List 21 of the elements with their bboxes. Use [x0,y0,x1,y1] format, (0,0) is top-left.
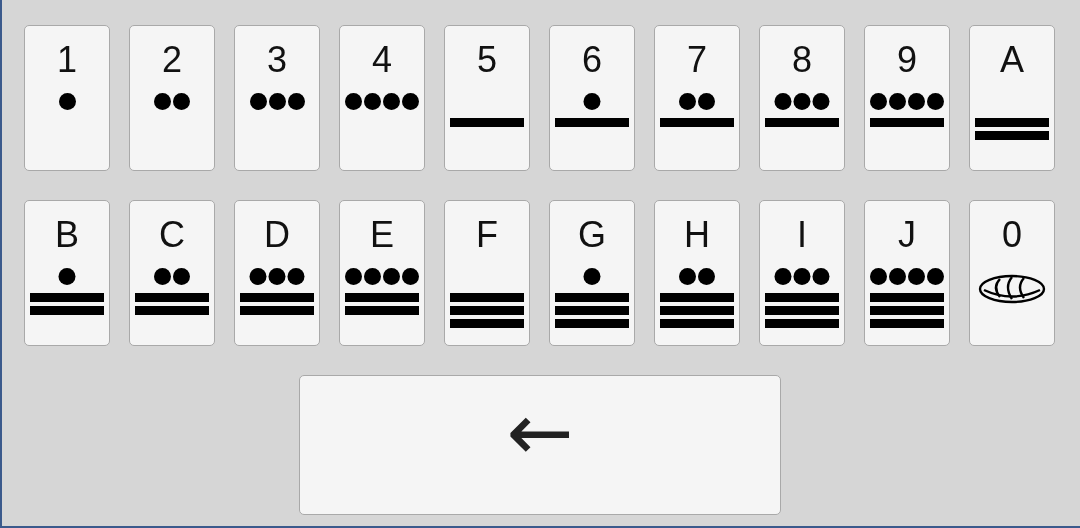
numeral-key[interactable]: E [339,200,425,346]
numeral-key[interactable]: 5 [444,25,530,171]
numeral-key[interactable]: 3 [234,25,320,171]
numeral-key[interactable]: C [129,200,215,346]
numeral-key[interactable]: 7 [654,25,740,171]
numeral-key[interactable]: 2 [129,25,215,171]
numeral-key[interactable]: D [234,200,320,346]
backspace-key[interactable]: ← [299,375,781,515]
numeral-key[interactable]: G [549,200,635,346]
numeral-key[interactable]: 8 [759,25,845,171]
numeral-key[interactable]: 9 [864,25,950,171]
numeral-key[interactable]: 0 [969,200,1055,346]
numeral-key[interactable]: J [864,200,950,346]
numeral-key[interactable]: 1 [24,25,110,171]
numeral-key[interactable]: 6 [549,25,635,171]
numeral-key[interactable]: H [654,200,740,346]
numeral-key[interactable]: I [759,200,845,346]
numeral-key[interactable]: B [24,200,110,346]
numeral-key[interactable]: A [969,25,1055,171]
numeral-key[interactable]: F [444,200,530,346]
numeral-key[interactable]: 4 [339,25,425,171]
